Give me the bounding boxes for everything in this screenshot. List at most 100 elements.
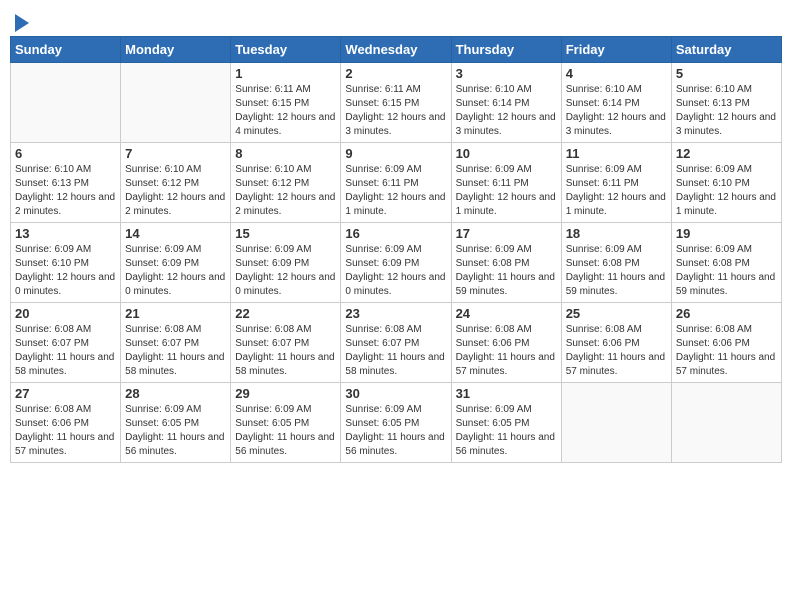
day-number: 13 bbox=[15, 226, 116, 241]
calendar-day-cell: 3Sunrise: 6:10 AM Sunset: 6:14 PM Daylig… bbox=[451, 63, 561, 143]
calendar-header-row: SundayMondayTuesdayWednesdayThursdayFrid… bbox=[11, 37, 782, 63]
calendar-day-cell: 2 Sunrise: 6:11 AM Sunset: 6:15 PM Daylig… bbox=[341, 63, 451, 143]
day-info: Sunrise: 6:10 AM Sunset: 6:12 PM Dayligh… bbox=[125, 163, 226, 219]
day-info: Sunrise: 6:09 AM Sunset: 6:10 PM Dayligh… bbox=[15, 243, 116, 299]
day-number: 20 bbox=[15, 306, 116, 321]
calendar-day-cell bbox=[671, 383, 781, 463]
day-info: Sunrise: 6:09 AM Sunset: 6:08 PM Dayligh… bbox=[566, 243, 667, 299]
calendar-week-row: 6Sunrise: 6:10 AM Sunset: 6:13 PM Daylig… bbox=[11, 143, 782, 223]
day-number: 3 bbox=[456, 66, 557, 81]
day-info: Sunrise: 6:08 AM Sunset: 6:07 PM Dayligh… bbox=[15, 323, 116, 379]
calendar-day-cell: 10Sunrise: 6:09 AM Sunset: 6:11 PM Dayli… bbox=[451, 143, 561, 223]
day-number: 4 bbox=[566, 66, 667, 81]
calendar-day-cell: 21 Sunrise: 6:08 AM Sunset: 6:07 PM Dayli… bbox=[121, 303, 231, 383]
calendar-day-cell: 23 Sunrise: 6:08 AM Sunset: 6:07 PM Dayli… bbox=[341, 303, 451, 383]
day-info: Sunrise: 6:10 AM Sunset: 6:12 PM Dayligh… bbox=[235, 163, 336, 219]
calendar-day-cell bbox=[561, 383, 671, 463]
calendar-day-cell: 14Sunrise: 6:09 AM Sunset: 6:09 PM Dayli… bbox=[121, 223, 231, 303]
day-info: Sunrise: 6:11 AM Sunset: 6:15 PM Dayligh… bbox=[345, 83, 446, 139]
calendar-week-row: 1Sunrise: 6:11 AM Sunset: 6:15 PM Daylig… bbox=[11, 63, 782, 143]
calendar-day-cell: 26 Sunrise: 6:08 AM Sunset: 6:06 PM Dayli… bbox=[671, 303, 781, 383]
day-number: 25 bbox=[566, 306, 667, 321]
day-of-week-header: Thursday bbox=[451, 37, 561, 63]
day-info: Sunrise: 6:10 AM Sunset: 6:13 PM Dayligh… bbox=[676, 83, 777, 139]
calendar-day-cell: 20 Sunrise: 6:08 AM Sunset: 6:07 PM Dayli… bbox=[11, 303, 121, 383]
calendar-day-cell: 7 Sunrise: 6:10 AM Sunset: 6:12 PM Daylig… bbox=[121, 143, 231, 223]
calendar-day-cell: 18 Sunrise: 6:09 AM Sunset: 6:08 PM Dayli… bbox=[561, 223, 671, 303]
calendar-table: SundayMondayTuesdayWednesdayThursdayFrid… bbox=[10, 36, 782, 463]
day-of-week-header: Tuesday bbox=[231, 37, 341, 63]
calendar-day-cell: 8Sunrise: 6:10 AM Sunset: 6:12 PM Daylig… bbox=[231, 143, 341, 223]
day-number: 30 bbox=[345, 386, 446, 401]
calendar-week-row: 13 Sunrise: 6:09 AM Sunset: 6:10 PM Dayli… bbox=[11, 223, 782, 303]
day-number: 7 bbox=[125, 146, 226, 161]
day-number: 31 bbox=[456, 386, 557, 401]
calendar-day-cell: 25 Sunrise: 6:08 AM Sunset: 6:06 PM Dayli… bbox=[561, 303, 671, 383]
logo-arrow-icon bbox=[15, 14, 29, 32]
day-number: 21 bbox=[125, 306, 226, 321]
calendar-day-cell: 13 Sunrise: 6:09 AM Sunset: 6:10 PM Dayli… bbox=[11, 223, 121, 303]
day-number: 22 bbox=[235, 306, 336, 321]
calendar-day-cell: 30 Sunrise: 6:09 AM Sunset: 6:05 PM Dayli… bbox=[341, 383, 451, 463]
day-number: 23 bbox=[345, 306, 446, 321]
calendar-day-cell: 28 Sunrise: 6:09 AM Sunset: 6:05 PM Dayli… bbox=[121, 383, 231, 463]
calendar-day-cell bbox=[11, 63, 121, 143]
day-number: 19 bbox=[676, 226, 777, 241]
day-of-week-header: Saturday bbox=[671, 37, 781, 63]
calendar-day-cell: 5 Sunrise: 6:10 AM Sunset: 6:13 PM Daylig… bbox=[671, 63, 781, 143]
day-info: Sunrise: 6:09 AM Sunset: 6:05 PM Dayligh… bbox=[345, 403, 446, 459]
day-info: Sunrise: 6:10 AM Sunset: 6:14 PM Dayligh… bbox=[566, 83, 667, 139]
day-info: Sunrise: 6:09 AM Sunset: 6:05 PM Dayligh… bbox=[235, 403, 336, 459]
day-number: 27 bbox=[15, 386, 116, 401]
day-info: Sunrise: 6:08 AM Sunset: 6:06 PM Dayligh… bbox=[676, 323, 777, 379]
day-number: 24 bbox=[456, 306, 557, 321]
calendar-day-cell: 31 Sunrise: 6:09 AM Sunset: 6:05 PM Dayli… bbox=[451, 383, 561, 463]
day-number: 18 bbox=[566, 226, 667, 241]
day-info: Sunrise: 6:09 AM Sunset: 6:05 PM Dayligh… bbox=[456, 403, 557, 459]
calendar-day-cell: 27 Sunrise: 6:08 AM Sunset: 6:06 PM Dayli… bbox=[11, 383, 121, 463]
calendar-day-cell: 24Sunrise: 6:08 AM Sunset: 6:06 PM Dayli… bbox=[451, 303, 561, 383]
page-header bbox=[10, 10, 782, 28]
calendar-day-cell: 17 Sunrise: 6:09 AM Sunset: 6:08 PM Dayli… bbox=[451, 223, 561, 303]
day-info: Sunrise: 6:08 AM Sunset: 6:07 PM Dayligh… bbox=[235, 323, 336, 379]
day-info: Sunrise: 6:09 AM Sunset: 6:05 PM Dayligh… bbox=[125, 403, 226, 459]
day-number: 26 bbox=[676, 306, 777, 321]
day-info: Sunrise: 6:09 AM Sunset: 6:09 PM Dayligh… bbox=[235, 243, 336, 299]
calendar-day-cell: 22 Sunrise: 6:08 AM Sunset: 6:07 PM Dayli… bbox=[231, 303, 341, 383]
calendar-day-cell: 12 Sunrise: 6:09 AM Sunset: 6:10 PM Dayli… bbox=[671, 143, 781, 223]
day-info: Sunrise: 6:09 AM Sunset: 6:10 PM Dayligh… bbox=[676, 163, 777, 219]
day-info: Sunrise: 6:09 AM Sunset: 6:08 PM Dayligh… bbox=[456, 243, 557, 299]
day-number: 15 bbox=[235, 226, 336, 241]
day-info: Sunrise: 6:08 AM Sunset: 6:06 PM Dayligh… bbox=[566, 323, 667, 379]
calendar-day-cell: 29 Sunrise: 6:09 AM Sunset: 6:05 PM Dayli… bbox=[231, 383, 341, 463]
day-number: 5 bbox=[676, 66, 777, 81]
day-of-week-header: Monday bbox=[121, 37, 231, 63]
calendar-day-cell: 4 Sunrise: 6:10 AM Sunset: 6:14 PM Daylig… bbox=[561, 63, 671, 143]
day-info: Sunrise: 6:08 AM Sunset: 6:07 PM Dayligh… bbox=[125, 323, 226, 379]
calendar-day-cell: 6Sunrise: 6:10 AM Sunset: 6:13 PM Daylig… bbox=[11, 143, 121, 223]
calendar-day-cell: 16Sunrise: 6:09 AM Sunset: 6:09 PM Dayli… bbox=[341, 223, 451, 303]
day-number: 2 bbox=[345, 66, 446, 81]
calendar-day-cell: 1Sunrise: 6:11 AM Sunset: 6:15 PM Daylig… bbox=[231, 63, 341, 143]
day-info: Sunrise: 6:11 AM Sunset: 6:15 PM Dayligh… bbox=[235, 83, 336, 139]
day-number: 17 bbox=[456, 226, 557, 241]
calendar-day-cell: 15 Sunrise: 6:09 AM Sunset: 6:09 PM Dayli… bbox=[231, 223, 341, 303]
day-number: 28 bbox=[125, 386, 226, 401]
day-number: 6 bbox=[15, 146, 116, 161]
day-number: 29 bbox=[235, 386, 336, 401]
day-number: 11 bbox=[566, 146, 667, 161]
day-info: Sunrise: 6:08 AM Sunset: 6:07 PM Dayligh… bbox=[345, 323, 446, 379]
day-info: Sunrise: 6:08 AM Sunset: 6:06 PM Dayligh… bbox=[15, 403, 116, 459]
day-info: Sunrise: 6:09 AM Sunset: 6:11 PM Dayligh… bbox=[456, 163, 557, 219]
day-info: Sunrise: 6:09 AM Sunset: 6:09 PM Dayligh… bbox=[125, 243, 226, 299]
calendar-day-cell: 11 Sunrise: 6:09 AM Sunset: 6:11 PM Dayli… bbox=[561, 143, 671, 223]
day-info: Sunrise: 6:09 AM Sunset: 6:09 PM Dayligh… bbox=[345, 243, 446, 299]
day-of-week-header: Sunday bbox=[11, 37, 121, 63]
day-info: Sunrise: 6:09 AM Sunset: 6:08 PM Dayligh… bbox=[676, 243, 777, 299]
day-of-week-header: Friday bbox=[561, 37, 671, 63]
day-info: Sunrise: 6:09 AM Sunset: 6:11 PM Dayligh… bbox=[566, 163, 667, 219]
calendar-week-row: 27 Sunrise: 6:08 AM Sunset: 6:06 PM Dayli… bbox=[11, 383, 782, 463]
calendar-day-cell: 9Sunrise: 6:09 AM Sunset: 6:11 PM Daylig… bbox=[341, 143, 451, 223]
calendar-day-cell bbox=[121, 63, 231, 143]
day-number: 12 bbox=[676, 146, 777, 161]
